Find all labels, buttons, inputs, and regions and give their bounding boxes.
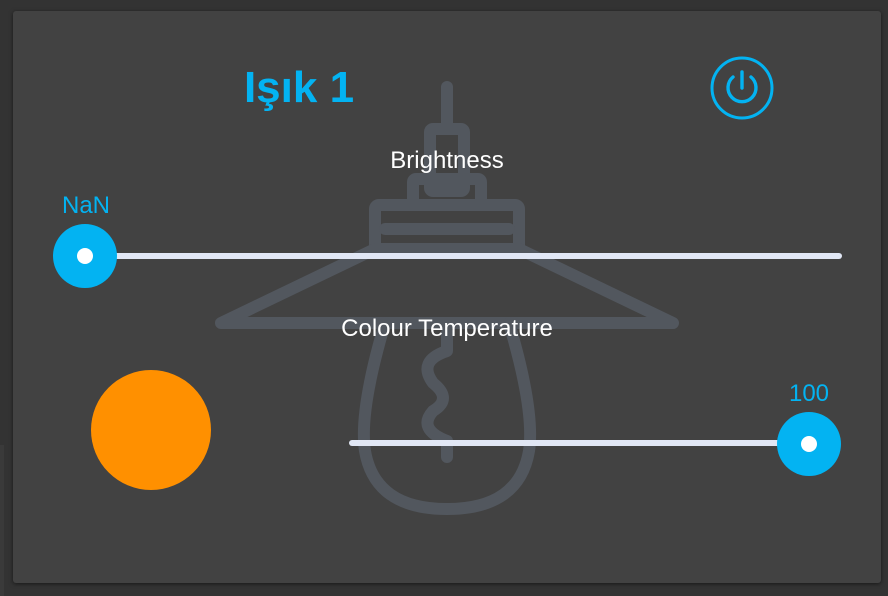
colour-temperature-thumb-dot: [801, 436, 817, 452]
light-title: Işık 1: [243, 63, 355, 112]
colour-swatch: [91, 370, 211, 490]
adjacent-panel-edge: [0, 445, 4, 596]
light-control-card: Işık 1 Brightness NaN Colour Temperature…: [13, 11, 881, 583]
brightness-value: NaN: [61, 192, 110, 219]
brightness-slider-thumb[interactable]: [53, 224, 117, 288]
brightness-slider-track[interactable]: [87, 253, 842, 259]
colour-temperature-value: 100: [788, 380, 830, 407]
colour-temperature-slider-thumb[interactable]: [777, 412, 841, 476]
brightness-label: Brightness: [390, 147, 504, 174]
app-background: Işık 1 Brightness NaN Colour Temperature…: [0, 0, 888, 596]
colour-temperature-slider-track[interactable]: [349, 440, 809, 446]
power-icon: [710, 56, 774, 120]
brightness-thumb-dot: [77, 248, 93, 264]
power-button[interactable]: [709, 55, 775, 121]
colour-temperature-label: Colour Temperature: [341, 315, 553, 342]
